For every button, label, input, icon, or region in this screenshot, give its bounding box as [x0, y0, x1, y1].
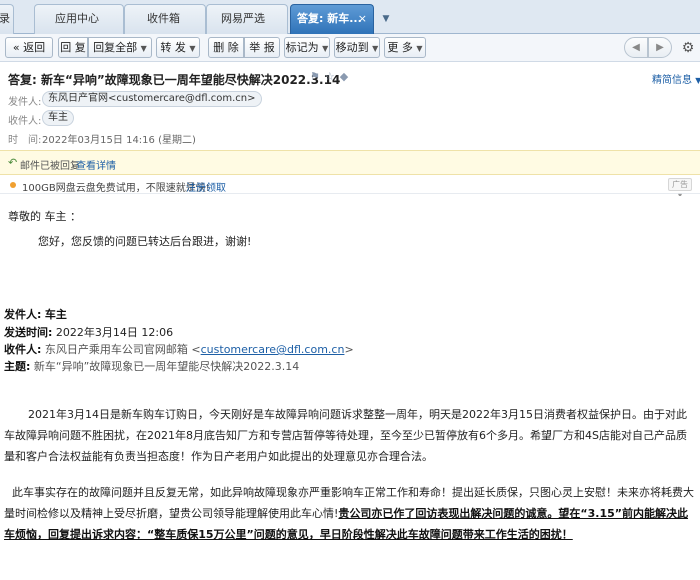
tab-partial[interactable]: 录: [0, 4, 14, 34]
more-label: 更 多: [387, 41, 413, 54]
tab-app-center[interactable]: 应用中心: [34, 4, 124, 34]
move-to-button[interactable]: 移动到 ▼: [334, 37, 380, 58]
sender-pill[interactable]: 东风日产官网<customercare@dfl.com.cn>: [42, 91, 262, 107]
tab-netease-yanxuan[interactable]: 网易严选: [206, 4, 288, 34]
ad-bar: 100GB网盘云盘免费试用，不限速就是快! 注册领取 广告 ▾: [0, 176, 700, 200]
quoted-from-value: 车主: [44, 308, 67, 321]
tab-label: 答复: 新车...: [297, 12, 362, 25]
ad-tag[interactable]: 广告 ▾: [668, 178, 692, 200]
replied-notice: ↶ 邮件已被回复 查看详情: [0, 150, 700, 175]
subject-actions: ⚑☆◆: [310, 70, 353, 83]
quoted-subject-label: 主题:: [4, 360, 31, 373]
quoted-to: 收件人: 东风日产乘用车公司官网邮箱 <customercare@dfl.com…: [4, 341, 354, 357]
chevron-down-icon: ▼: [322, 44, 329, 53]
mail-time: 2022年03月15日 14:16 (星期二): [42, 135, 196, 146]
quoted-sent-value: 2022年3月14日 12:06: [55, 326, 174, 339]
ad-dot-icon: [10, 182, 16, 188]
mail-body: 尊敬的 车主 ： 您好，您反馈的问题已转达后台跟进，谢谢! 发件人: 车主 发送…: [0, 196, 700, 580]
compact-info-link[interactable]: 精简信息 ▼: [652, 71, 700, 86]
chevron-down-icon: ▼: [695, 76, 700, 85]
chevron-down-icon: ▼: [140, 44, 147, 53]
time-label: 时 间:: [8, 135, 42, 146]
mail-subject: 答复: 新车“异响”故障现象已一周年望能尽快解决2022.3.14: [8, 73, 341, 87]
quoted-to-email-link[interactable]: customercare@dfl.com.cn: [201, 343, 345, 356]
mail-header: 答复: 新车“异响”故障现象已一周年望能尽快解决2022.3.14 ⚑☆◆ 精简…: [0, 62, 700, 146]
flag-icon[interactable]: ⚑: [310, 70, 325, 83]
tab-current-mail[interactable]: 答复: 新车... ×: [290, 4, 374, 34]
greeting: 尊敬的 车主 ：: [8, 210, 81, 223]
mail-toolbar: « 返回 回 复 回复全部 ▼ 转 发 ▼ 删 除 举 报 标记为 ▼ 移动到 …: [0, 34, 700, 62]
compact-info-label: 精简信息: [652, 75, 692, 86]
chevron-down-icon: ▼: [189, 44, 196, 53]
forward-button[interactable]: 转 发 ▼: [156, 37, 200, 58]
from-label: 发件人:: [8, 97, 42, 108]
quoted-from: 发件人: 车主: [4, 306, 67, 322]
tab-label: 应用中心: [55, 12, 99, 25]
close-icon[interactable]: ×: [358, 5, 367, 33]
quoted-to-label: 收件人:: [4, 343, 42, 356]
tab-label: 录: [0, 12, 10, 25]
quoted-to-suffix: >: [344, 343, 354, 356]
mark-as-label: 标记为: [285, 41, 319, 54]
tag-icon[interactable]: ◆: [340, 70, 353, 83]
previous-mail-button[interactable]: ◀: [624, 37, 648, 58]
next-mail-button[interactable]: ▶: [648, 37, 672, 58]
ad-text: 100GB网盘云盘免费试用，不限速就是快!: [22, 183, 210, 194]
quoted-subject: 主题: 新车“异响”故障现象已一周年望能尽快解决2022.3.14: [4, 358, 299, 374]
ad-tag-label: 广告: [672, 180, 688, 189]
reply-arrow-icon: ↶: [8, 156, 18, 169]
replied-text: 邮件已被回复: [20, 161, 80, 172]
quoted-to-prefix: 东风日产乘用车公司官网邮箱 <: [44, 343, 201, 356]
reply-button[interactable]: 回 复: [58, 37, 88, 58]
quoted-subject-value: 新车“异响”故障现象已一周年望能尽快解决2022.3.14: [33, 360, 300, 373]
gear-icon[interactable]: ⚙: [680, 40, 696, 56]
ad-register-link[interactable]: 注册领取: [186, 179, 226, 194]
quoted-sent: 发送时间: 2022年3月14日 12:06: [4, 324, 173, 340]
chevron-down-icon[interactable]: ▼: [378, 8, 394, 30]
forward-label: 转 发: [160, 41, 186, 54]
tab-bar: 录 应用中心 收件箱 网易严选 答复: 新车... × ▼: [0, 0, 700, 34]
reply-all-label: 回复全部: [93, 41, 138, 54]
chevron-down-icon: ▼: [372, 44, 379, 53]
paragraph-2: 此车事实存在的故障问题并且反复无常，如此异响故障现象亦严重影响车正常工作和寿命！…: [4, 482, 694, 545]
quoted-from-label: 发件人:: [4, 308, 42, 321]
report-button[interactable]: 举 报: [244, 37, 280, 58]
reply-all-button[interactable]: 回复全部 ▼: [88, 37, 152, 58]
move-to-label: 移动到: [335, 41, 369, 54]
more-button[interactable]: 更 多 ▼: [384, 37, 426, 58]
delete-button[interactable]: 删 除: [208, 37, 244, 58]
tab-label: 网易严选: [221, 12, 265, 25]
quoted-sent-label: 发送时间:: [4, 326, 53, 339]
chevron-down-icon: ▼: [416, 44, 423, 53]
mark-as-button[interactable]: 标记为 ▼: [284, 37, 330, 58]
back-button[interactable]: « 返回: [5, 37, 53, 58]
to-label: 收件人:: [8, 116, 42, 127]
reply-text: 您好，您反馈的问题已转达后台跟进，谢谢!: [38, 235, 252, 248]
recipient-pill[interactable]: 车主: [42, 110, 74, 126]
tab-inbox[interactable]: 收件箱: [124, 4, 206, 34]
star-icon[interactable]: ☆: [325, 70, 340, 83]
view-details-link[interactable]: 查看详情: [76, 157, 116, 172]
tab-label: 收件箱: [147, 12, 180, 25]
paragraph-1: 2021年3月14日是新车购车订购日，今天刚好是车故障异响问题诉求整整一周年，明…: [4, 408, 687, 463]
